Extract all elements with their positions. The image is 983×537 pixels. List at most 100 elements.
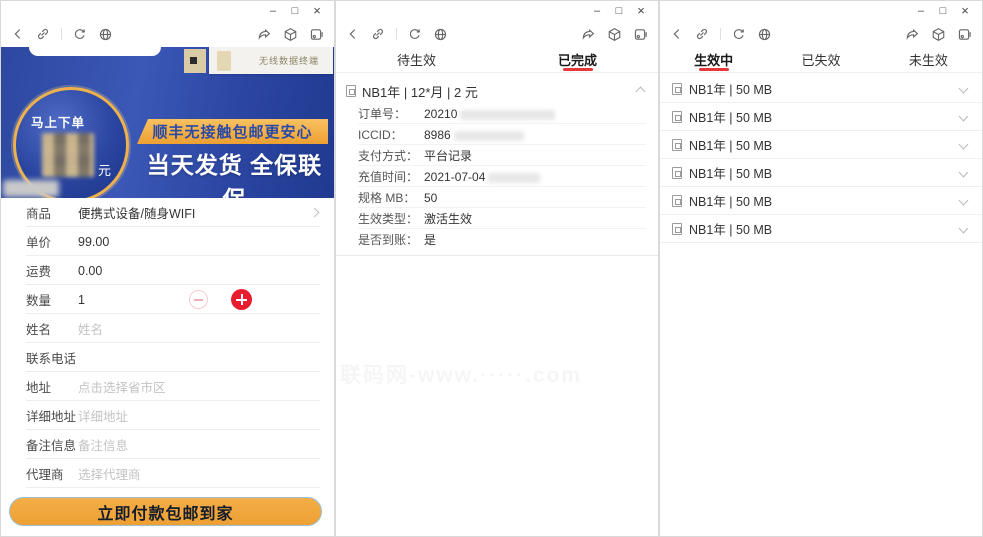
devtools-panel-icon[interactable]: [633, 27, 648, 42]
tab-expired[interactable]: 已失效: [767, 47, 874, 72]
blurred-price: [42, 133, 94, 177]
form-row-name[interactable]: 姓名 姓名: [1, 314, 334, 343]
detail-value: 是: [424, 233, 437, 247]
back-icon[interactable]: [346, 27, 360, 41]
form-row-address[interactable]: 地址 点击选择省市区: [1, 372, 334, 401]
order-form: 商品 便携式设备/随身WIFI 单价 99.00 运费 0.00 数量 1 姓名…: [1, 198, 334, 488]
form-row-agent[interactable]: 代理商 选择代理商: [1, 459, 334, 488]
close-button[interactable]: ×: [306, 1, 328, 21]
refresh-icon[interactable]: [73, 27, 87, 41]
chevron-up-icon: [635, 86, 646, 96]
toolbar-divider: [720, 28, 721, 40]
devtools-panel-icon[interactable]: [957, 27, 972, 42]
agent-picker[interactable]: 选择代理商: [78, 464, 141, 483]
field-label: 姓名: [26, 323, 52, 337]
toolbar: [1, 21, 334, 47]
detail-row-recharge-time: 充值时间： 2021-07-04: [358, 166, 658, 187]
order-card-header[interactable]: NB1年 | 12*月 | 2 元: [336, 79, 658, 103]
form-row-quantity: 数量 1: [1, 285, 334, 314]
toolbar: [336, 21, 658, 47]
tab-pending[interactable]: 待生效: [336, 47, 497, 72]
minimize-button[interactable]: –: [262, 1, 284, 21]
cube-icon[interactable]: [607, 27, 622, 42]
list-item[interactable]: NB1年 | 50 MB: [660, 159, 982, 187]
tab-label: 已失效: [801, 53, 841, 68]
chevron-down-icon: [958, 111, 969, 122]
refresh-icon[interactable]: [732, 27, 746, 41]
share-icon[interactable]: [257, 27, 272, 42]
minimize-button[interactable]: –: [586, 1, 608, 21]
list-item[interactable]: NB1年 | 50 MB: [660, 131, 982, 159]
package-doc-icon: [672, 82, 682, 95]
tab-not-effective[interactable]: 未生效: [875, 47, 982, 72]
cube-icon[interactable]: [283, 27, 298, 42]
form-row-remarks[interactable]: 备注信息 备注信息: [1, 430, 334, 459]
address-picker[interactable]: 点击选择省市区: [78, 377, 166, 396]
chevron-down-icon: [958, 167, 969, 178]
detail-value: 50: [424, 190, 438, 205]
form-row-phone[interactable]: 联系电话: [1, 343, 334, 372]
package-doc-icon: [672, 194, 682, 207]
blurred-shop-name: [3, 180, 59, 197]
share-icon[interactable]: [581, 27, 596, 42]
detail-row-payment: 支付方式： 平台记录: [358, 145, 658, 166]
tab-label: 待生效: [396, 53, 436, 68]
refresh-icon[interactable]: [408, 27, 422, 41]
watermark-text: 联码网-www.·····.com: [340, 359, 582, 389]
maximize-button[interactable]: □: [932, 1, 954, 21]
globe-icon[interactable]: [757, 27, 772, 42]
product-photo-thumb: [184, 49, 206, 73]
list-item[interactable]: NB1年 | 50 MB: [660, 75, 982, 103]
redacted-value: [453, 130, 524, 141]
remarks-input[interactable]: 备注信息: [78, 435, 128, 454]
back-icon[interactable]: [670, 27, 684, 41]
globe-icon[interactable]: [98, 27, 113, 42]
maximize-button[interactable]: □: [284, 1, 306, 21]
white-capsule: [29, 47, 161, 56]
minimize-button[interactable]: –: [910, 1, 932, 21]
tab-completed[interactable]: 已完成: [497, 47, 658, 72]
package-doc-icon: [672, 110, 682, 123]
share-icon[interactable]: [905, 27, 920, 42]
product-photo-card: 无线数据终端: [209, 47, 333, 74]
order-card-title: NB1年 | 12*月 | 2 元: [362, 84, 478, 100]
detail-row-order-no: 订单号： 20210: [358, 103, 658, 124]
device-image: [217, 50, 231, 71]
name-input[interactable]: 姓名: [78, 319, 103, 338]
link-icon[interactable]: [36, 27, 50, 41]
link-icon[interactable]: [695, 27, 709, 41]
detail-address-input[interactable]: 详细地址: [78, 406, 128, 425]
chevron-down-icon: [958, 195, 969, 206]
maximize-button[interactable]: □: [608, 1, 630, 21]
cube-icon[interactable]: [931, 27, 946, 42]
form-row-shipping: 运费 0.00: [1, 256, 334, 285]
devtools-panel-icon[interactable]: [309, 27, 324, 42]
back-icon[interactable]: [11, 27, 25, 41]
pay-now-button[interactable]: 立即付款包邮到家: [9, 497, 322, 526]
detail-row-iccid: ICCID： 8986: [358, 124, 658, 145]
quantity-minus-button[interactable]: [189, 290, 208, 309]
tab-label: 已完成: [557, 53, 597, 68]
package-label: NB1年 | 50 MB: [689, 167, 773, 181]
list-item[interactable]: NB1年 | 50 MB: [660, 215, 982, 243]
field-label: 联系电话: [26, 352, 77, 366]
list-item[interactable]: NB1年 | 50 MB: [660, 103, 982, 131]
window-order-form: – □ × 无线数据终端 马上下单 元 顺丰无接触包邮更安心 当天发货 全保联 …: [0, 0, 335, 537]
link-icon[interactable]: [371, 27, 385, 41]
form-row-product[interactable]: 商品 便携式设备/随身WIFI: [1, 198, 334, 227]
list-item[interactable]: NB1年 | 50 MB: [660, 187, 982, 215]
close-button[interactable]: ×: [954, 1, 976, 21]
globe-icon[interactable]: [433, 27, 448, 42]
desktop-canvas: – □ × 无线数据终端 马上下单 元 顺丰无接触包邮更安心 当天发货 全保联 …: [0, 0, 983, 537]
field-label: 详细地址: [26, 410, 77, 424]
quantity-plus-button[interactable]: [231, 289, 252, 310]
detail-label: 生效类型：: [358, 212, 419, 226]
form-row-detail-address[interactable]: 详细地址 详细地址: [1, 401, 334, 430]
chevron-down-icon: [958, 83, 969, 94]
window-active-packages: – □ × 生效中 已失效 未生效 NB1年 | 50 MB NB1年 | 50…: [659, 0, 983, 537]
field-label: 运费: [26, 265, 52, 279]
package-label: NB1年 | 50 MB: [689, 223, 773, 237]
tab-active[interactable]: 生效中: [660, 47, 767, 72]
field-value: 便携式设备/随身WIFI: [78, 207, 196, 221]
close-button[interactable]: ×: [630, 1, 652, 21]
